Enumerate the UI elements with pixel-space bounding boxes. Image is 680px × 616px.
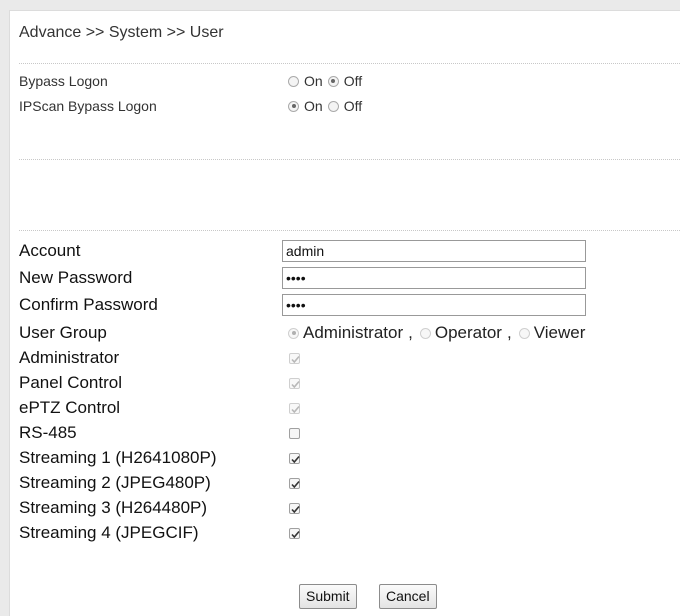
confirm-password-input[interactable]: •••• (282, 294, 586, 316)
account-label: Account (19, 241, 81, 260)
permission-panel-control-checkbox[interactable] (289, 378, 300, 389)
ipscan-bypass-logon-off-radio[interactable] (327, 100, 339, 112)
new-password-label: New Password (19, 268, 133, 287)
user-group-operator-label: Operator (434, 323, 502, 342)
user-group-separator: , (408, 323, 413, 342)
account-input[interactable] (282, 240, 586, 262)
permission-streaming-2-checkbox[interactable] (289, 478, 300, 489)
breadcrumb: Advance >> System >> User (19, 24, 224, 41)
permission-label: ePTZ Control (19, 398, 121, 417)
permission-rs485-checkbox[interactable] (289, 428, 300, 439)
bypass-logon-on-label: On (304, 73, 323, 89)
user-group-separator: , (506, 323, 512, 342)
permission-streaming-3-checkbox[interactable] (289, 503, 300, 514)
user-group-administrator-label: Administrator (303, 323, 404, 342)
divider (19, 159, 680, 160)
submit-button[interactable]: Submit (299, 584, 357, 609)
user-group-options: Administrator , Operator , Viewer (288, 322, 585, 344)
bypass-logon-options: On Off (288, 71, 362, 91)
ipscan-bypass-logon-options: On Off (288, 96, 362, 116)
confirm-password-label: Confirm Password (19, 295, 158, 314)
user-group-viewer-label: Viewer (533, 323, 586, 342)
permission-streaming-4-checkbox[interactable] (289, 528, 300, 539)
ipscan-bypass-logon-on-radio[interactable] (288, 100, 299, 112)
settings-panel: Advance >> System >> User Bypass Logon O… (9, 10, 680, 616)
new-password-mask: •••• (286, 270, 306, 286)
permission-administrator-checkbox[interactable] (289, 353, 300, 364)
ipscan-bypass-logon-off-label: Off (343, 98, 363, 114)
permission-streaming-1-checkbox[interactable] (289, 453, 300, 464)
cancel-button[interactable]: Cancel (379, 584, 437, 609)
user-group-administrator-radio[interactable] (288, 327, 299, 339)
user-group-viewer-radio[interactable] (518, 327, 530, 339)
ipscan-bypass-logon-on-label: On (304, 98, 323, 114)
bypass-logon-off-label: Off (343, 73, 363, 89)
permission-label: Streaming 4 (JPEGCIF) (19, 523, 199, 542)
divider (19, 63, 680, 64)
bypass-logon-off-radio[interactable] (327, 75, 339, 87)
ipscan-bypass-logon-label: IPScan Bypass Logon (19, 98, 157, 114)
permission-label: RS-485 (19, 423, 77, 442)
user-group-operator-radio[interactable] (419, 327, 431, 339)
permission-label: Streaming 3 (H264480P) (19, 498, 208, 517)
new-password-input[interactable]: •••• (282, 267, 586, 289)
bypass-logon-on-radio[interactable] (288, 75, 299, 87)
permission-label: Panel Control (19, 373, 123, 392)
permission-label: Streaming 2 (JPEG480P) (19, 473, 211, 492)
permission-eptz-control-checkbox[interactable] (289, 403, 300, 414)
confirm-password-mask: •••• (286, 297, 306, 313)
permission-label: Administrator (19, 348, 120, 367)
bypass-logon-label: Bypass Logon (19, 73, 108, 89)
user-group-label: User Group (19, 323, 107, 342)
permission-label: Streaming 1 (H2641080P) (19, 448, 217, 467)
divider (19, 230, 680, 231)
